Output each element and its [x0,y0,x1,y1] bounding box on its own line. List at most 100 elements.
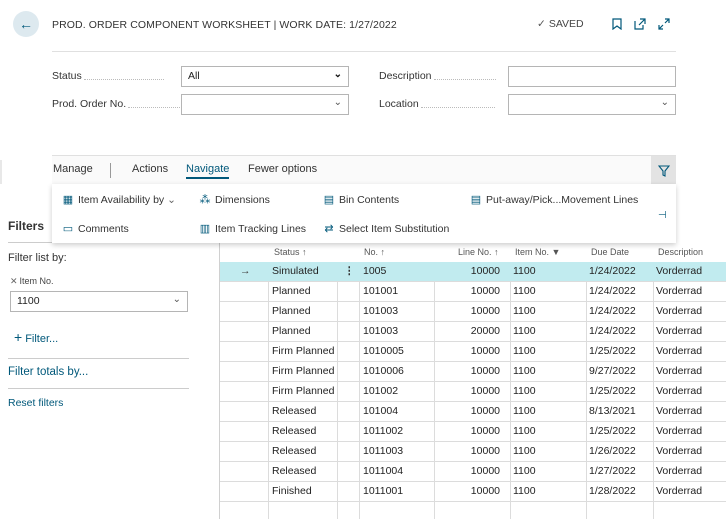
location-field[interactable]: ⌄ [508,94,676,115]
column-header-line-no[interactable]: Line No. ↑ [458,242,499,262]
description-field[interactable] [508,66,676,87]
navigate-dropdown: ▦ Item Availability by ⌄ ⁂ Dimensions ▤ Bin… [52,184,676,243]
cell-due-date: 1/24/2022 [589,325,636,337]
status-label: Status [52,70,164,82]
dimensions-icon: ⁂ [199,194,211,206]
column-header-due-date[interactable]: Due Date [591,242,629,262]
cell-no: 1010005 [363,345,404,357]
cell-due-date: 8/13/2021 [589,405,636,417]
manage-menu[interactable]: Manage [53,163,93,175]
cell-line-no: 10000 [470,265,500,277]
add-filter-link[interactable]: + Filter... [14,329,58,345]
page-header: ← PROD. ORDER COMPONENT WORKSHEET | WORK… [0,0,726,160]
chevron-down-icon: ⌄ [333,97,342,108]
column-header-status[interactable]: Status ↑ [274,242,307,262]
open-new-window-icon[interactable] [633,17,647,31]
table-row[interactable]: Firm Planned 1010005 10000 1100 1/25/2022 Vor… [220,342,726,362]
cell-due-date: 1/28/2022 [589,485,636,497]
cell-description: Vorderrad [656,365,703,377]
item-tracking-menu-item[interactable]: ▥ Item Tracking Lines [199,222,306,235]
document-lines-icon: ▤ [470,194,482,206]
table-row[interactable]: Planned 101003 10000 1100 1/24/2022 Vorderrad [220,302,726,322]
current-row-arrow-icon: → [240,265,251,277]
prod-order-field[interactable]: ⌄ [181,94,349,115]
cell-no: 101004 [363,405,399,417]
cell-line-no: 10000 [470,365,500,377]
cell-item-no: 1100 [513,485,536,497]
chevron-down-icon: ⌄ [660,97,669,108]
cell-line-no: 10000 [470,385,500,397]
item-no-filter-field[interactable]: 1100 ⌄ [10,291,188,312]
table-row[interactable]: Released 1011002 10000 1100 1/25/2022 Vorderr… [220,422,726,442]
worksheet-grid: Status ↑ No. ↑ Line No. ↑ Item No. ▼ Due… [219,242,726,519]
filter-totals-link[interactable]: Filter totals by... [8,366,88,378]
putaway-menu-item[interactable]: ▤ Put-away/Pick...Movement Lines [470,193,639,206]
remove-filter-icon[interactable]: ✕ [10,276,18,286]
cell-line-no: 20000 [470,325,500,337]
filter-icon: ▼ [551,247,561,257]
cell-item-no: 1100 [513,445,536,457]
item-no-filter-label: ✕ Item No. [10,276,54,286]
dimensions-menu-item[interactable]: ⁂ Dimensions [199,193,270,206]
column-header-item-no[interactable]: Item No. ▼ [515,242,560,262]
table-row[interactable]: Planned 101001 10000 1100 1/24/2022 Vorderrad [220,282,726,302]
table-row[interactable]: Released 101004 10000 1100 8/13/2021 Vorderra… [220,402,726,422]
navigate-menu[interactable]: Navigate [186,163,230,179]
select-substitution-menu-item[interactable]: ⇄ Select Item Substitution [323,222,449,235]
cell-description: Vorderrad [656,265,703,277]
filter-icon [657,164,670,177]
table-row[interactable]: Firm Planned 1010006 10000 1100 9/27/2022 Vor… [220,362,726,382]
barcode-icon: ▥ [199,223,211,235]
cell-status: Released [272,465,317,477]
back-arrow-icon: ← [19,16,33,32]
cell-description: Vorderrad [656,445,703,457]
cell-due-date: 1/25/2022 [589,345,636,357]
cell-status: Firm Planned [272,365,335,377]
bin-contents-menu-item[interactable]: ▤ Bin Contents [323,193,399,206]
column-header-no[interactable]: No. ↑ [364,242,385,262]
table-row[interactable]: Released 1011003 10000 1100 1/26/2022 Vorderr… [220,442,726,462]
filter-pane-toggle[interactable] [651,156,676,185]
cell-status: Firm Planned [272,385,335,397]
cell-status: Planned [272,285,311,297]
cell-description: Vorderrad [656,305,703,317]
action-separator [110,163,111,178]
table-row[interactable]: Planned 101003 20000 1100 1/24/2022 Vorderrad [220,322,726,342]
table-row[interactable]: Firm Planned 101002 10000 1100 1/25/2022 Vord… [220,382,726,402]
totals-divider [8,358,189,359]
table-row[interactable]: Finished 1011001 10000 1100 1/28/2022 Vorderr… [220,482,726,502]
cell-due-date: 1/24/2022 [589,265,636,277]
cell-due-date: 1/26/2022 [589,445,636,457]
table-row[interactable]: Released 1011004 10000 1100 1/27/2022 Vorderr… [220,462,726,482]
row-menu-icon[interactable]: ⋮ [344,265,355,277]
comments-menu-item[interactable]: ▭ Comments [62,222,129,235]
calendar-grid-icon: ▦ [62,194,74,206]
cell-item-no: 1100 [513,405,536,417]
reset-filters-link[interactable]: Reset filters [8,397,63,409]
cell-due-date: 1/24/2022 [589,305,636,317]
description-label: Description [379,70,496,82]
action-bar: Manage Actions Navigate Fewer options [52,155,676,185]
column-header-description[interactable]: Description [658,242,703,262]
cell-status: Released [272,405,317,417]
header-divider [52,51,676,52]
cell-status: Released [272,425,317,437]
page-title: PROD. ORDER COMPONENT WORKSHEET | WORK D… [52,19,397,31]
prod-order-label: Prod. Order No. [52,98,191,110]
cell-due-date: 1/24/2022 [589,285,636,297]
cell-due-date: 1/25/2022 [589,385,636,397]
cell-item-no: 1100 [513,385,536,397]
reset-divider [8,388,189,389]
cell-status: Planned [272,305,311,317]
table-row[interactable]: Simulated 1005 10000 1100 1/24/2022 Vorderrad… [220,262,726,282]
back-button[interactable]: ← [13,11,39,37]
bookmark-icon[interactable] [610,17,624,31]
expand-icon[interactable] [657,17,671,31]
cell-description: Vorderrad [656,285,703,297]
status-select[interactable]: All ⌄ [181,66,349,87]
fewer-options-button[interactable]: Fewer options [248,163,317,175]
actions-menu[interactable]: Actions [132,163,168,175]
item-availability-menu-item[interactable]: ▦ Item Availability by ⌄ [62,193,176,206]
cell-status: Planned [272,325,311,337]
pin-icon[interactable]: ⊣ [658,210,667,221]
